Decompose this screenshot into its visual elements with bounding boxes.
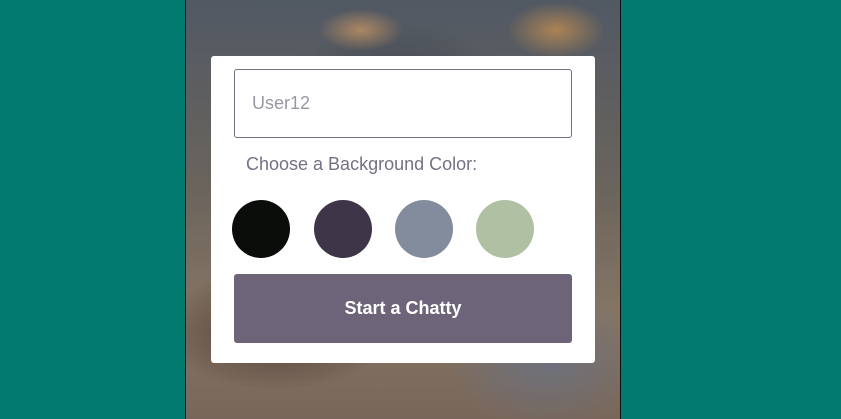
name-input[interactable] — [234, 69, 572, 138]
color-swatch-green[interactable] — [476, 200, 534, 258]
start-chat-button[interactable]: Start a Chatty — [234, 274, 572, 343]
login-card: Choose a Background Color: Start a Chatt… — [211, 56, 595, 363]
color-swatch-purple[interactable] — [314, 200, 372, 258]
color-swatch-gray-blue[interactable] — [395, 200, 453, 258]
color-swatch-black[interactable] — [232, 200, 290, 258]
background-color-label: Choose a Background Color: — [246, 154, 478, 174]
